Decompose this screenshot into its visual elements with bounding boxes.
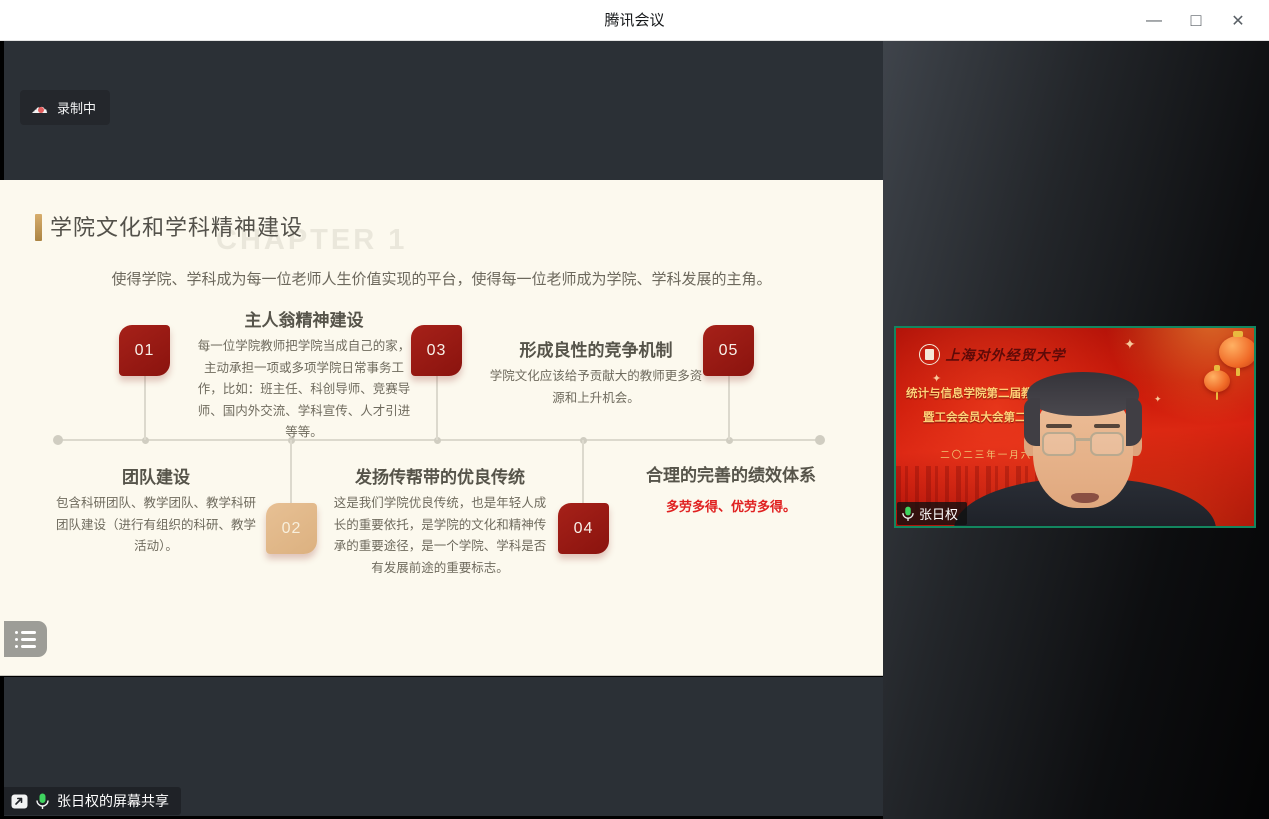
screen-share-area: ☁ 录制中 CHAPTER 1 学院文化和学科精神建设 使得学院、学科成为每一位… <box>0 41 883 819</box>
share-label: 张日权的屏幕共享 <box>57 791 169 811</box>
connector-line <box>582 440 584 504</box>
maximize-icon[interactable]: □ <box>1175 0 1217 41</box>
step-block-03: 形成良性的竞争机制 学院文化应该给予贡献大的教师更多资源和上升机会。 <box>488 336 704 409</box>
share-top-band: ☁ 录制中 <box>4 41 883 180</box>
close-icon[interactable]: ✕ <box>1217 0 1259 41</box>
participant-name: 张日权 <box>919 504 958 523</box>
step-block-04: 发扬传帮带的优良传统 这是我们学院优良传统，也是年轻人成长的重要依托，是学院的文… <box>333 463 547 579</box>
timeline-end-dot <box>53 435 63 445</box>
titlebar: 腾讯会议 — □ ✕ <box>0 0 1269 41</box>
title-accent-bar <box>35 214 42 241</box>
step-number-04: 04 <box>558 503 609 554</box>
connector-line <box>290 440 292 504</box>
step-title: 团队建设 <box>55 463 257 488</box>
recording-badge[interactable]: ☁ 录制中 <box>20 90 110 125</box>
mic-icon <box>902 506 914 522</box>
list-icon <box>15 631 36 648</box>
meeting-main: ☁ 录制中 CHAPTER 1 学院文化和学科精神建设 使得学院、学科成为每一位… <box>0 41 1269 819</box>
connector-line <box>436 376 438 440</box>
connector-line <box>144 376 146 440</box>
screen-share-icon <box>11 794 28 809</box>
slide-title: 学院文化和学科精神建设 <box>50 210 303 242</box>
window-title: 腾讯会议 <box>0 0 1269 41</box>
step-number-03: 03 <box>411 325 462 376</box>
step-block-02: 团队建设 包含科研团队、教学团队、教学科研团队建设（进行有组织的科研、教学活动）… <box>55 463 257 558</box>
step-title: 合理的完善的绩效体系 <box>628 461 834 486</box>
eyebrow <box>1094 424 1120 428</box>
hair <box>1027 372 1139 416</box>
presentation-slide: CHAPTER 1 学院文化和学科精神建设 使得学院、学科成为每一位老师人生价值… <box>0 180 883 676</box>
mic-icon <box>36 793 49 810</box>
minimize-icon[interactable]: — <box>1133 0 1175 41</box>
glasses <box>1042 432 1124 456</box>
slide-subtitle: 使得学院、学科成为每一位老师人生价值实现的平台，使得每一位老师成为学院、学科发展… <box>0 268 883 289</box>
connector-line <box>728 376 730 440</box>
step-block-05: 合理的完善的绩效体系 多劳多得、优劳多得。 <box>628 461 834 518</box>
step-title: 主人翁精神建设 <box>196 306 412 331</box>
step-body: 包含科研团队、教学团队、教学科研团队建设（进行有组织的科研、教学活动）。 <box>55 493 257 558</box>
step-body: 每一位学院教师把学院当成自己的家，主动承担一项或多项学院日常事务工作，比如：班主… <box>196 336 412 444</box>
window-controls: — □ ✕ <box>1133 0 1259 41</box>
recording-label: 录制中 <box>57 98 96 117</box>
step-body: 这是我们学院优良传统，也是年轻人成长的重要依托，是学院的文化和精神传承的重要途径… <box>333 493 547 579</box>
step-block-01: 主人翁精神建设 每一位学院教师把学院当成自己的家，主动承担一项或多项学院日常事务… <box>196 306 412 444</box>
participant-video-tile[interactable]: ✦ ✦ ✦ 上海对外经贸大学 统计与信息学院第二届教职工大会 暨工会会员大会第二… <box>894 326 1256 528</box>
step-number-05: 05 <box>703 325 754 376</box>
participant-avatar <box>896 328 1254 526</box>
step-number-02: 02 <box>266 503 317 554</box>
slide-list-toggle-button[interactable] <box>4 621 47 657</box>
participant-name-badge: 张日权 <box>897 502 967 525</box>
participant-panel: ✦ ✦ ✦ 上海对外经贸大学 统计与信息学院第二届教职工大会 暨工会会员大会第二… <box>883 41 1269 819</box>
eyebrow <box>1046 424 1072 428</box>
timeline-end-dot <box>815 435 825 445</box>
step-title: 形成良性的竞争机制 <box>488 336 704 361</box>
cloud-recording-icon: ☁ <box>31 99 48 116</box>
app-window: 腾讯会议 — □ ✕ ☁ 录制中 CHAPTER 1 学院文化和学科精神建设 使… <box>0 0 1269 819</box>
step-number-01: 01 <box>119 325 170 376</box>
step-body: 学院文化应该给予贡献大的教师更多资源和上升机会。 <box>488 366 704 409</box>
screen-share-status-badge: 张日权的屏幕共享 <box>4 787 181 815</box>
hair-side <box>1126 398 1142 446</box>
step-highlight: 多劳多得、优劳多得。 <box>628 496 834 518</box>
step-title: 发扬传帮带的优良传统 <box>333 463 547 488</box>
hair-side <box>1024 398 1040 446</box>
